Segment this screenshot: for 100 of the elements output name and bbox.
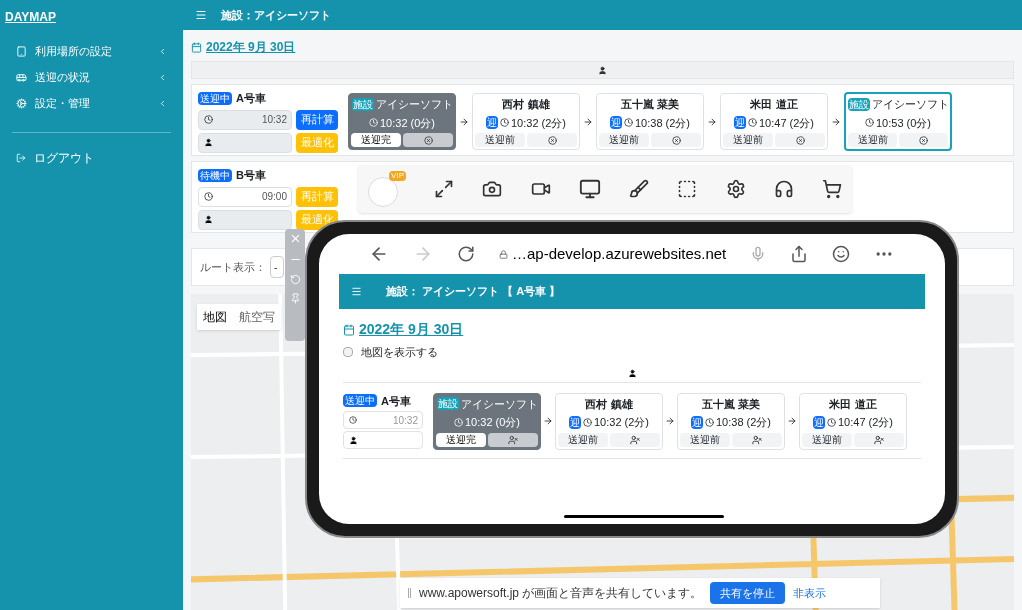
- status-button[interactable]: 送迎前: [723, 133, 773, 147]
- clock-icon: [748, 118, 757, 128]
- remove-icon: [547, 135, 557, 145]
- monitor-icon[interactable]: [578, 178, 601, 200]
- clock-icon: [827, 417, 836, 427]
- arrow-icon: [665, 416, 675, 426]
- remove-button[interactable]: [651, 133, 701, 147]
- stop-card[interactable]: 西村 鎮雄 迎 10:32 (2分) 送迎前: [555, 392, 663, 450]
- map-type-tab[interactable]: 地図: [197, 304, 233, 330]
- remove-button[interactable]: [854, 432, 904, 447]
- remove-button[interactable]: [899, 133, 948, 147]
- gears-icon: [16, 97, 27, 109]
- mascot-avatar[interactable]: [368, 177, 398, 207]
- rotate-icon[interactable]: [289, 274, 301, 285]
- camera-icon[interactable]: [482, 179, 503, 199]
- expand-icon[interactable]: [434, 179, 455, 199]
- share-message: www.apowersoft.jp が画面と音声を共有しています。: [419, 585, 703, 602]
- status-button[interactable]: 送迎前: [680, 432, 730, 447]
- vehicle-name: A号車: [236, 91, 266, 106]
- recalculate-button[interactable]: 再計算: [296, 109, 338, 130]
- status-badge: 待機中: [198, 168, 232, 182]
- passenger-field[interactable]: [198, 209, 292, 230]
- logout-link[interactable]: ログアウト: [0, 149, 183, 167]
- stop-name: 五十嵐 菜美: [620, 97, 680, 112]
- headset-icon[interactable]: [773, 179, 794, 199]
- status-button[interactable]: 送迎完: [436, 432, 486, 447]
- person-icon: [598, 65, 607, 75]
- remove-icon: [423, 135, 433, 145]
- stop-card[interactable]: 五十嵐 菜美 迎 10:38 (2分) 送迎前: [596, 93, 704, 150]
- stop-card[interactable]: 五十嵐 菜美 迎 10:38 (2分) 送迎前: [677, 392, 785, 450]
- menu-icon[interactable]: [195, 9, 207, 21]
- cart-icon[interactable]: [821, 179, 842, 199]
- menu-icon[interactable]: [351, 286, 362, 297]
- brush-icon[interactable]: [629, 179, 650, 199]
- pickup-badge: 迎: [691, 415, 703, 429]
- arrow-icon: [787, 416, 797, 426]
- checkbox[interactable]: [343, 347, 353, 358]
- status-button[interactable]: 送迎完: [351, 133, 401, 147]
- stop-time: 10:38 (2分): [635, 115, 690, 131]
- reader-icon[interactable]: [832, 245, 851, 263]
- arrow-icon: [543, 416, 553, 426]
- stop-name: アイシーソフト: [375, 97, 453, 112]
- dashed-square-icon[interactable]: [677, 179, 698, 199]
- date-link[interactable]: 2022年 9月 30日: [359, 319, 464, 340]
- facility-badge: 施設: [436, 397, 459, 411]
- remove-button[interactable]: [610, 432, 660, 447]
- remove-icon: [919, 135, 928, 145]
- vip-badge: VIP: [389, 171, 406, 181]
- stop-time: 10:38 (2分): [716, 415, 771, 430]
- stop-time: 10:47 (2分): [759, 115, 814, 131]
- stop-card[interactable]: 施設 アイシーソフト 10:32 (0分) 送迎完: [433, 392, 541, 450]
- stop-card[interactable]: 施設 アイシーソフト 10:53 (0分) 送迎前: [844, 92, 952, 151]
- remove-button[interactable]: [527, 133, 577, 147]
- address-bar[interactable]: …ap-develop.azurewebsites.net: [499, 242, 727, 266]
- checkbox-label[interactable]: 地図を表示する: [361, 344, 438, 361]
- stop-name: 五十嵐 菜美: [701, 396, 761, 412]
- share-icon[interactable]: [790, 245, 809, 263]
- stop-card[interactable]: 西村 鎮雄 迎 10:32 (2分) 送迎前: [472, 93, 580, 150]
- sidebar-item[interactable]: 利用場所の設定: [0, 38, 183, 64]
- stop-time: 10:53 (0分): [876, 115, 931, 131]
- sidebar-item[interactable]: 設定・管理: [0, 90, 183, 116]
- stop-card[interactable]: 米田 道正 迎 10:47 (2分) 送迎前: [799, 392, 907, 450]
- time-field[interactable]: 09:00: [198, 186, 292, 207]
- stop-time: 10:32 (0分): [380, 115, 435, 131]
- remove-icon: [671, 135, 681, 145]
- clock-icon: [583, 417, 592, 427]
- logo[interactable]: DAYMAP: [0, 0, 183, 38]
- stop-name: 米田 道正: [829, 396, 877, 412]
- status-button[interactable]: 送迎前: [558, 432, 608, 447]
- status-button[interactable]: 送迎前: [848, 133, 897, 147]
- calendar-icon: [191, 41, 202, 53]
- person-icon: [349, 435, 358, 445]
- passenger-field[interactable]: [343, 431, 423, 449]
- remove-button[interactable]: [403, 133, 453, 147]
- drag-handle-icon[interactable]: [408, 588, 411, 598]
- stop-card[interactable]: 施設 アイシーソフト 10:32 (0分) 送迎完: [348, 93, 456, 150]
- remove-button[interactable]: [775, 133, 825, 147]
- status-button[interactable]: 送迎前: [475, 133, 525, 147]
- hide-link[interactable]: 非表示: [793, 584, 827, 602]
- stop-card[interactable]: 米田 道正 迎 10:47 (2分) 送迎前: [720, 93, 828, 150]
- passenger-field[interactable]: [198, 132, 292, 153]
- bus-icon: [16, 71, 27, 83]
- settings-icon[interactable]: [725, 179, 746, 199]
- reload-icon[interactable]: [457, 245, 475, 263]
- status-button[interactable]: 送迎前: [599, 133, 649, 147]
- person-icon: [204, 138, 213, 147]
- status-badge: 送迎中: [343, 394, 377, 408]
- pin-icon[interactable]: [289, 293, 301, 304]
- route-select[interactable]: -: [270, 256, 284, 278]
- remove-button[interactable]: [732, 432, 782, 447]
- map-type-tab[interactable]: 航空写: [233, 304, 281, 330]
- remove-button[interactable]: [488, 432, 538, 447]
- stop-name: アイシーソフト: [871, 97, 949, 112]
- stop-time: 10:47 (2分): [838, 415, 893, 430]
- status-button[interactable]: 送迎前: [802, 432, 852, 447]
- stop-sharing-button[interactable]: 共有を停止: [710, 582, 786, 604]
- time-field[interactable]: 10:32: [198, 109, 292, 130]
- person-icon: [204, 215, 213, 224]
- sidebar-item[interactable]: 送迎の状況: [0, 64, 183, 90]
- calendar-icon: [343, 323, 355, 336]
